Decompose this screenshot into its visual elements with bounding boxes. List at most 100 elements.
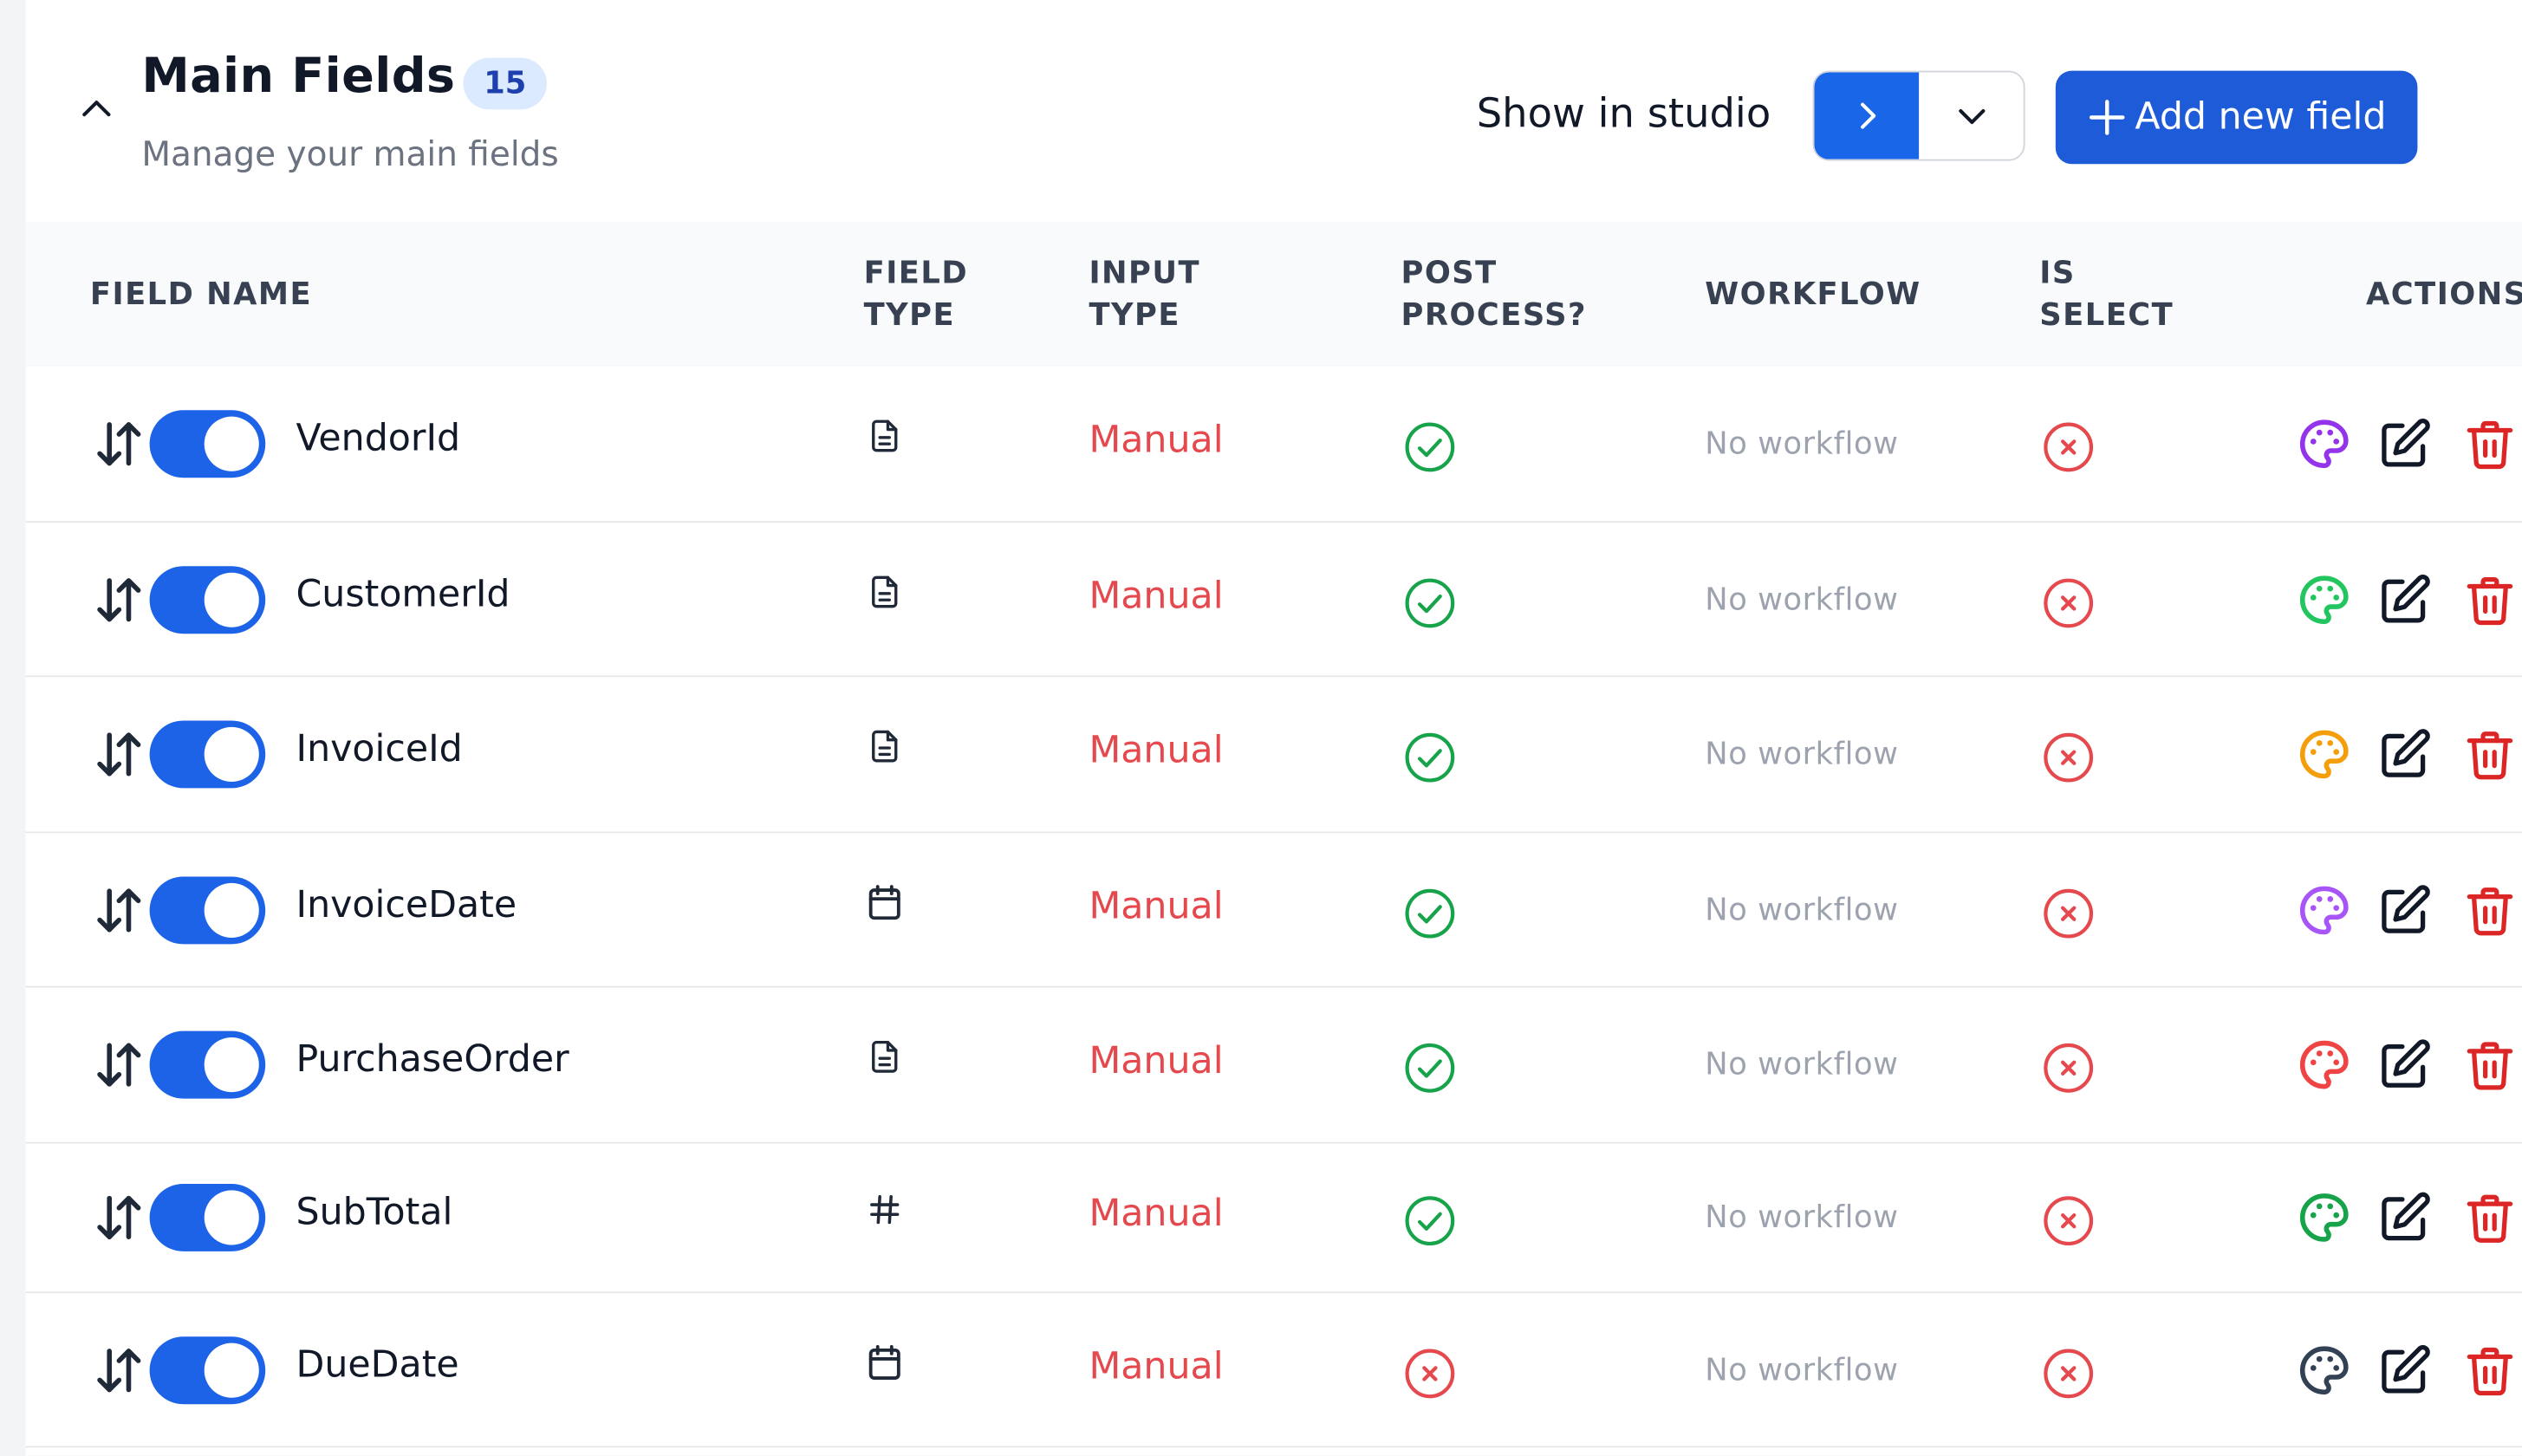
trash-icon: [2462, 727, 2517, 782]
sort-arrows-icon: [90, 725, 148, 783]
collapse-button[interactable]: [74, 87, 119, 132]
color-palette-button[interactable]: [2294, 879, 2356, 940]
post-process-check-circle-icon: [1402, 731, 1457, 785]
workflow-value: No workflow: [1705, 426, 1899, 462]
chevron-down-icon: [1958, 109, 1985, 125]
post-process-x-circle-icon: [1402, 1345, 1457, 1400]
add-new-field-label: Add new field: [2135, 96, 2387, 139]
post-process-check-circle-icon: [1402, 419, 1457, 474]
edit-field-button[interactable]: [2374, 879, 2435, 940]
sort-arrows-icon: [90, 881, 148, 939]
color-palette-button[interactable]: [2294, 1339, 2356, 1401]
delete-field-button[interactable]: [2460, 879, 2521, 940]
color-palette-button[interactable]: [2294, 1187, 2356, 1249]
col-is-select-line1: IS: [2039, 256, 2076, 291]
trash-icon: [2462, 572, 2517, 627]
workflow-value: No workflow: [1705, 737, 1899, 772]
edit-field-button[interactable]: [2374, 413, 2435, 475]
field-enabled-toggle[interactable]: [149, 1183, 266, 1251]
table-row: InvoiceDate Manual No workflow: [25, 833, 2522, 988]
col-input-type-line1: INPUT: [1089, 256, 1201, 291]
drag-handle[interactable]: [90, 570, 148, 628]
field-enabled-toggle[interactable]: [149, 875, 266, 944]
col-workflow: WORKFLOW: [1705, 276, 1921, 313]
delete-field-button[interactable]: [2460, 724, 2521, 785]
col-post-process-line2: PROCESS?: [1401, 297, 1587, 334]
add-new-field-button[interactable]: Add new field: [2055, 70, 2418, 165]
calendar-icon: [862, 1339, 907, 1384]
col-field-name: FIELD NAME: [89, 276, 313, 313]
col-actions: ACTIONS: [2366, 276, 2522, 313]
post-process-check-circle-icon: [1402, 886, 1457, 940]
edit-field-button[interactable]: [2374, 1034, 2435, 1095]
table-row: SubTotal Manual No workflow: [25, 1143, 2522, 1294]
workflow-value: No workflow: [1705, 1351, 1899, 1388]
fields-page: Main Fields 15 Manage your main fields S…: [0, 0, 2522, 1456]
is-select-x-circle-icon: [2041, 419, 2096, 474]
color-palette-button[interactable]: [2294, 569, 2356, 630]
field-enabled-toggle[interactable]: [149, 720, 266, 789]
drag-handle[interactable]: [90, 881, 148, 939]
edit-field-button[interactable]: [2374, 1339, 2435, 1401]
delete-field-button[interactable]: [2460, 413, 2521, 475]
show-in-studio-dropdown[interactable]: [1919, 73, 2024, 159]
col-input-type: INPUT TYPE: [1089, 252, 1200, 336]
toggle-knob: [204, 726, 259, 782]
table-header: FIELD NAME FIELD TYPE INPUT TYPE POST PR…: [25, 222, 2522, 367]
is-select-x-circle-icon: [2041, 1193, 2096, 1248]
post-process-check-circle-icon: [1402, 1193, 1457, 1248]
edit-field-button[interactable]: [2374, 569, 2435, 630]
is-select-x-circle-icon: [2041, 575, 2096, 629]
delete-field-button[interactable]: [2460, 1339, 2521, 1401]
section-header: Main Fields 15 Manage your main fields S…: [25, 3, 2461, 223]
table-row: DueDate Manual No workflow: [25, 1293, 2522, 1448]
hash-icon: [862, 1187, 907, 1232]
field-enabled-toggle[interactable]: [149, 1336, 266, 1404]
input-type: Manual: [1089, 1193, 1224, 1236]
sort-arrows-icon: [90, 415, 148, 473]
chevron-right-icon: [1860, 102, 1875, 129]
drag-handle[interactable]: [90, 415, 148, 473]
drag-handle[interactable]: [90, 1189, 148, 1247]
col-is-select: IS SELECT: [2039, 252, 2174, 336]
palette-icon: [2295, 570, 2353, 628]
document-icon: [862, 724, 907, 769]
section-subtitle: Manage your main fields: [141, 134, 559, 174]
col-field-type-line2: TYPE: [863, 297, 956, 334]
input-type: Manual: [1089, 1040, 1224, 1083]
post-process-check-circle-icon: [1402, 1041, 1457, 1095]
field-enabled-toggle[interactable]: [149, 565, 266, 634]
is-select-x-circle-icon: [2041, 731, 2096, 785]
trash-icon: [2462, 882, 2517, 937]
document-icon: [862, 569, 907, 614]
color-palette-button[interactable]: [2294, 1034, 2356, 1095]
field-name: DueDate: [296, 1343, 459, 1386]
drag-handle[interactable]: [90, 1036, 148, 1094]
edit-field-button[interactable]: [2374, 724, 2435, 785]
col-post-process-line1: POST: [1401, 256, 1498, 291]
palette-icon: [2295, 881, 2353, 939]
table-row: VendorId Manual No workflow: [25, 367, 2522, 523]
show-in-studio-button[interactable]: [1814, 72, 1920, 159]
field-name: PurchaseOrder: [296, 1038, 569, 1082]
show-in-studio-label: Show in studio: [1476, 89, 1771, 137]
edit-icon: [2377, 417, 2432, 471]
edit-field-button[interactable]: [2374, 1187, 2435, 1249]
palette-icon: [2295, 415, 2353, 473]
field-enabled-toggle[interactable]: [149, 410, 266, 478]
color-palette-button[interactable]: [2294, 413, 2356, 475]
is-select-x-circle-icon: [2041, 1345, 2096, 1400]
toggle-knob: [204, 571, 259, 627]
delete-field-button[interactable]: [2460, 1187, 2521, 1249]
delete-field-button[interactable]: [2460, 569, 2521, 630]
table-row: CustomerId Manual No workflow: [25, 523, 2522, 678]
workflow-value: No workflow: [1705, 581, 1899, 617]
field-enabled-toggle[interactable]: [149, 1030, 266, 1099]
drag-handle[interactable]: [90, 1341, 148, 1399]
edit-icon: [2377, 572, 2432, 627]
delete-field-button[interactable]: [2460, 1034, 2521, 1095]
input-type: Manual: [1089, 730, 1224, 772]
drag-handle[interactable]: [90, 725, 148, 783]
color-palette-button[interactable]: [2294, 724, 2356, 785]
edit-icon: [2377, 882, 2432, 937]
